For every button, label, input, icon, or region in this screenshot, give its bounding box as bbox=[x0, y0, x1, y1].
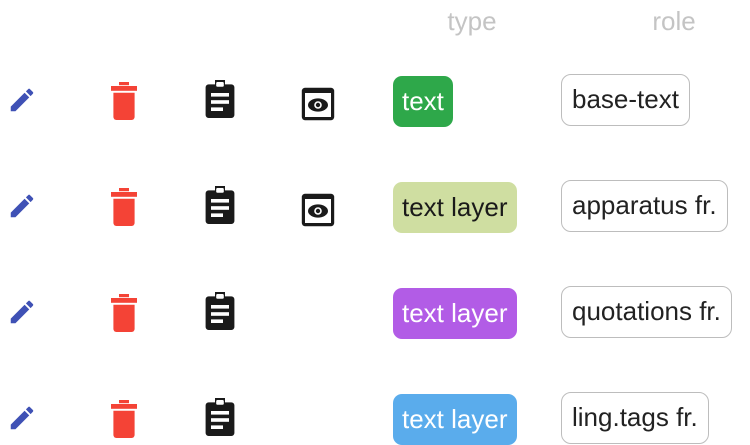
clipboard-icon bbox=[205, 397, 235, 437]
pencil-icon bbox=[7, 403, 37, 433]
delete-button[interactable] bbox=[111, 294, 137, 332]
column-header-role: role bbox=[652, 6, 696, 36]
pencil-icon bbox=[7, 85, 37, 115]
clipboard-icon bbox=[205, 79, 235, 119]
role-field[interactable]: apparatus fr. bbox=[561, 180, 728, 232]
copy-button[interactable] bbox=[205, 397, 235, 437]
copy-button[interactable] bbox=[205, 185, 235, 225]
delete-button[interactable] bbox=[111, 82, 137, 120]
preview-button[interactable] bbox=[301, 87, 335, 121]
eye-preview-icon bbox=[301, 87, 335, 121]
role-field[interactable]: ling.tags fr. bbox=[561, 392, 709, 444]
copy-button[interactable] bbox=[205, 291, 235, 331]
table-row: text layer ling.tags fr. bbox=[0, 383, 750, 445]
trash-icon bbox=[111, 294, 137, 332]
table-row: text layer quotations fr. bbox=[0, 277, 750, 347]
trash-icon bbox=[111, 188, 137, 226]
trash-icon bbox=[111, 400, 137, 438]
delete-button[interactable] bbox=[111, 188, 137, 226]
delete-button[interactable] bbox=[111, 400, 137, 438]
eye-preview-icon bbox=[301, 193, 335, 227]
type-badge: text layer bbox=[393, 288, 517, 339]
pencil-icon bbox=[7, 191, 37, 221]
clipboard-icon bbox=[205, 185, 235, 225]
trash-icon bbox=[111, 82, 137, 120]
edit-button[interactable] bbox=[7, 191, 37, 221]
type-badge: text layer bbox=[393, 182, 517, 233]
pencil-icon bbox=[7, 297, 37, 327]
copy-button[interactable] bbox=[205, 79, 235, 119]
role-field[interactable]: base-text bbox=[561, 74, 690, 126]
edit-button[interactable] bbox=[7, 85, 37, 115]
role-field[interactable]: quotations fr. bbox=[561, 286, 732, 338]
edit-button[interactable] bbox=[7, 297, 37, 327]
preview-button[interactable] bbox=[301, 193, 335, 227]
table-row: text layer apparatus fr. bbox=[0, 171, 750, 241]
type-badge: text bbox=[393, 76, 453, 127]
clipboard-icon bbox=[205, 291, 235, 331]
type-badge: text layer bbox=[393, 394, 517, 445]
table-row: text base-text bbox=[0, 65, 750, 135]
column-header-type: type bbox=[447, 6, 497, 36]
edit-button[interactable] bbox=[7, 403, 37, 433]
